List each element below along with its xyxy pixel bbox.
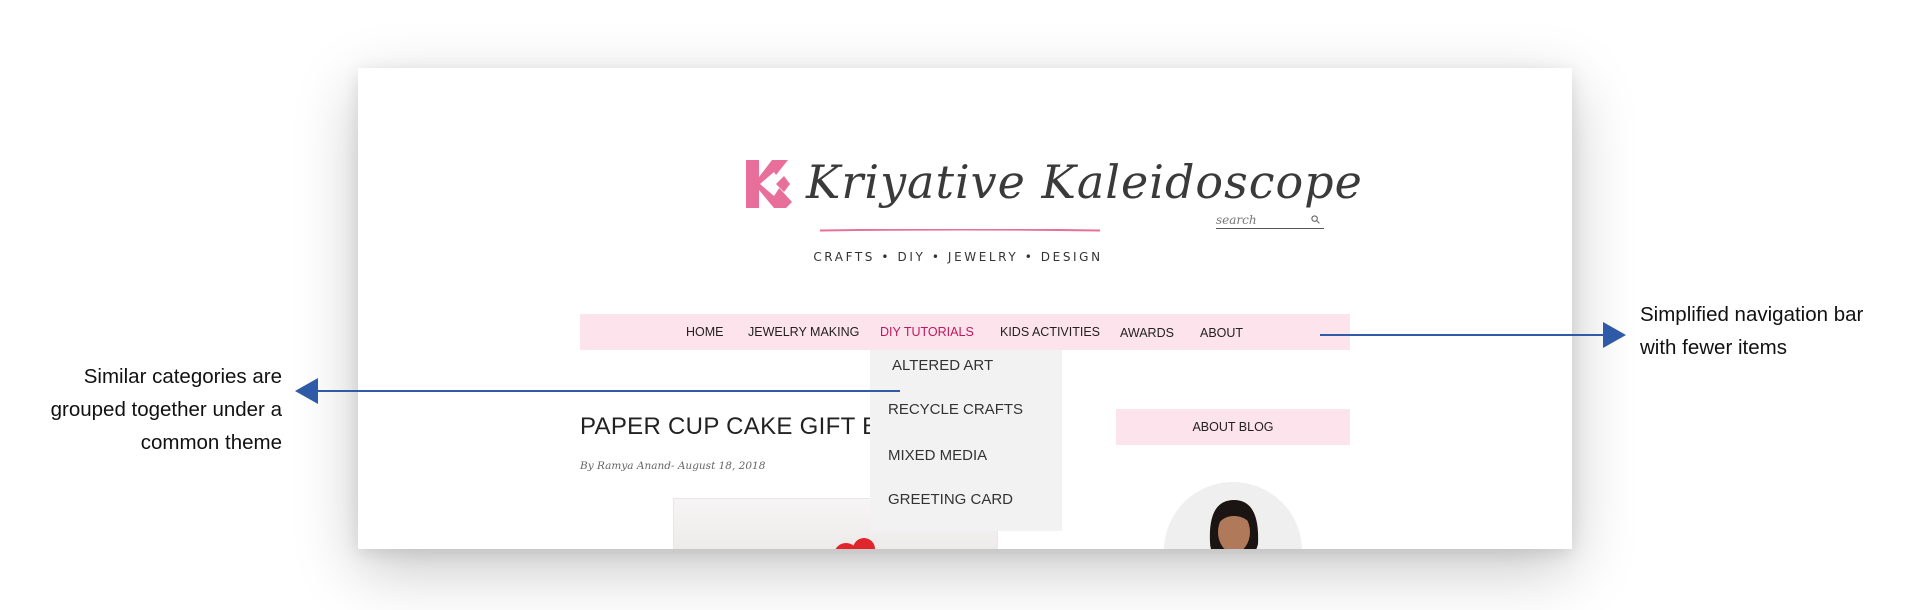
nav-item-diy-tutorials[interactable]: DIY TUTORIALS [880, 314, 974, 350]
sidebar-heading-about-blog: ABOUT BLOG [1116, 409, 1350, 445]
author-photo-icon [1164, 482, 1302, 549]
logo-icon [746, 160, 792, 208]
post-title[interactable]: PAPER CUP CAKE GIFT B [580, 413, 878, 441]
arrow-right-head [1603, 322, 1626, 348]
nav-item-kids-activities[interactable]: KIDS ACTIVITIES [1000, 314, 1100, 350]
website-screenshot: Kriyative Kaleidoscope CRAFTS • DIY • JE… [358, 68, 1572, 549]
site-name: Kriyative Kaleidoscope [806, 155, 1363, 209]
annotation-grouped-categories: Similar categories are grouped together … [50, 365, 282, 454]
search-box[interactable] [1216, 211, 1324, 229]
search-input[interactable] [1216, 211, 1308, 228]
site-tagline: CRAFTS • DIY • JEWELRY • DESIGN [813, 250, 1103, 264]
post-meta: By Ramya Anand- August 18, 2018 [580, 460, 766, 472]
annotation-simplified-nav: Simplified navigation bar with fewer ite… [1640, 303, 1864, 359]
red-ribbon-icon [835, 538, 875, 549]
dropdown-item-altered-art[interactable]: ALTERED ART [892, 357, 993, 374]
author-avatar [1164, 482, 1302, 549]
dropdown-item-recycle-crafts[interactable]: RECYCLE CRAFTS [888, 401, 1023, 418]
arrow-left-head [295, 378, 318, 404]
main-navigation: HOME JEWELRY MAKING DIY TUTORIALS KIDS A… [580, 314, 1350, 350]
nav-item-about[interactable]: ABOUT [1200, 315, 1243, 351]
nav-item-home[interactable]: HOME [686, 314, 724, 350]
diy-tutorials-dropdown: ALTERED ART RECYCLE CRAFTS MIXED MEDIA G… [870, 350, 1062, 531]
dropdown-item-mixed-media[interactable]: MIXED MEDIA [888, 447, 987, 464]
search-icon[interactable] [1311, 215, 1320, 224]
dropdown-item-greeting-card[interactable]: GREETING CARD [888, 491, 1013, 508]
logo-underline [820, 229, 1100, 232]
nav-item-jewelry-making[interactable]: JEWELRY MAKING [748, 314, 859, 350]
nav-item-awards[interactable]: AWARDS [1120, 315, 1174, 351]
